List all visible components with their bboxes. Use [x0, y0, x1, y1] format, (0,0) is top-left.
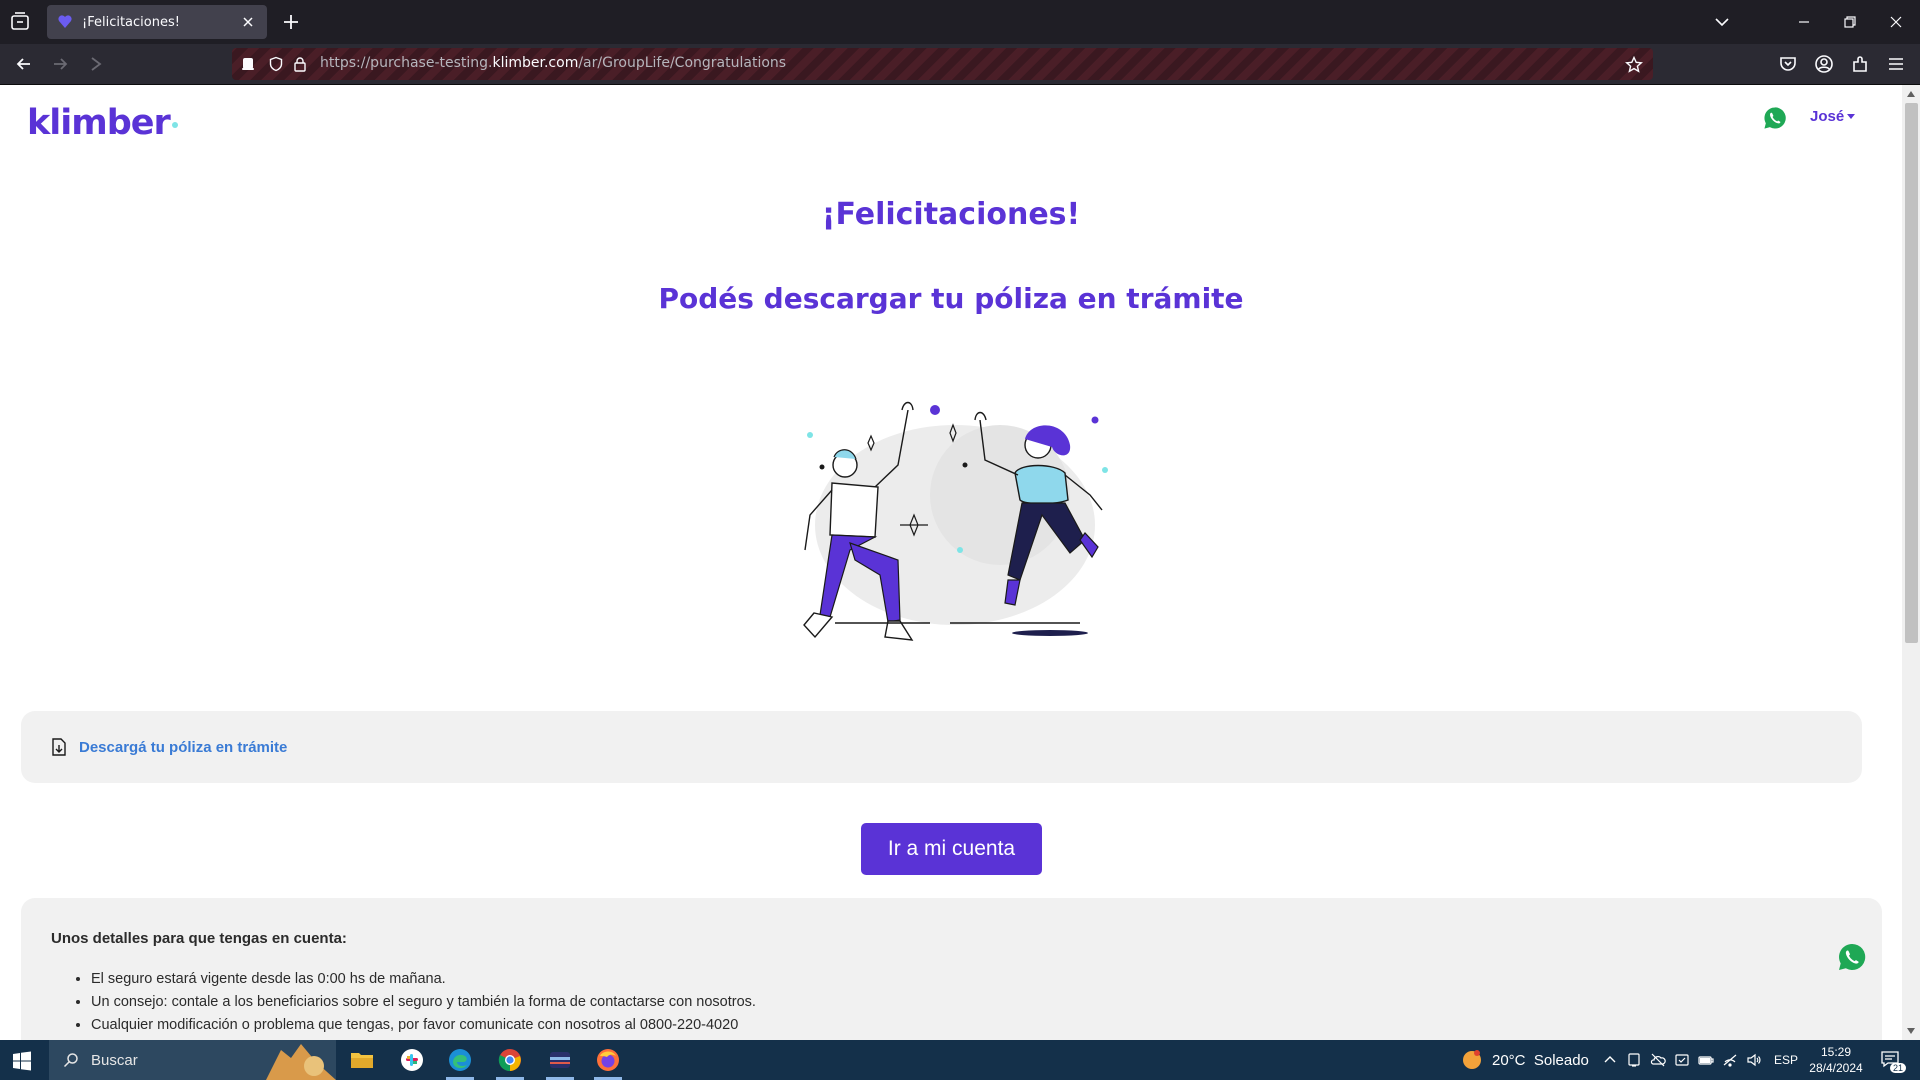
details-list: El seguro estará vigente desde las 0:00 …: [91, 971, 756, 1040]
edge-browser-icon: [449, 1049, 471, 1071]
user-name: José: [1810, 108, 1845, 125]
taskbar-file-explorer[interactable]: [342, 1045, 382, 1075]
meet-now-icon[interactable]: [1626, 1052, 1642, 1068]
url-domain: klimber.com: [492, 55, 579, 71]
pocket-icon[interactable]: [1778, 54, 1798, 74]
go-to-account-button[interactable]: Ir a mi cuenta: [861, 823, 1042, 875]
logo-dot: [171, 122, 178, 128]
volume-icon[interactable]: [1746, 1052, 1762, 1068]
download-link-text: Descargá tu póliza en trámite: [79, 738, 288, 756]
url-text[interactable]: https://purchase-testing.klimber.com/ar/…: [320, 55, 786, 71]
document-download-icon: [52, 738, 66, 756]
tab-felicitaciones[interactable]: ¡Felicitaciones!: [47, 5, 267, 39]
scroll-down-arrow-icon[interactable]: [1906, 1026, 1916, 1036]
bookmark-star-icon[interactable]: [1625, 56, 1643, 74]
wifi-icon[interactable]: [1722, 1052, 1738, 1068]
windows-taskbar: Buscar 20°C Soleado ESP 15:29 28/4/2024 …: [0, 1040, 1920, 1080]
details-list-item: El seguro estará vigente desde las 0:00 …: [91, 971, 756, 988]
forward-arrow-icon[interactable]: [50, 54, 70, 74]
browser-tab-bar: ¡Felicitaciones!: [0, 0, 1920, 44]
taskbar-chrome[interactable]: [490, 1045, 530, 1080]
page-subtitle: Podés descargar tu póliza en trámite: [658, 282, 1244, 315]
tab-list-icon[interactable]: [8, 10, 32, 34]
url-prefix: https://purchase-testing.: [320, 55, 493, 71]
download-policy-link[interactable]: Descargá tu póliza en trámite: [51, 738, 287, 756]
caret-down-icon: [1847, 114, 1856, 119]
back-arrow-icon[interactable]: [14, 54, 34, 74]
sun-weather-icon: [1463, 1050, 1481, 1069]
taskbar-edge[interactable]: [440, 1045, 480, 1080]
clock-time: 15:29: [1820, 1045, 1852, 1059]
weather-widget[interactable]: 20°C Soleado: [1462, 1050, 1589, 1070]
account-icon[interactable]: [1814, 54, 1834, 74]
search-icon: [63, 1053, 78, 1068]
klimber-logo[interactable]: klimber: [27, 103, 178, 143]
taskbar-search[interactable]: Buscar: [49, 1040, 336, 1080]
firefox-browser-icon: [597, 1049, 619, 1071]
scroll-up-arrow-icon[interactable]: [1906, 89, 1916, 99]
page-title: ¡Felicitaciones!: [821, 197, 1081, 232]
new-tab-icon[interactable]: [281, 12, 301, 32]
lock-icon[interactable]: [292, 56, 308, 72]
extensions-icon[interactable]: [1850, 54, 1870, 74]
details-title: Unos detalles para que tengas en cuenta:: [51, 930, 347, 947]
whatsapp-floating-icon[interactable]: [1836, 941, 1868, 973]
url-bar[interactable]: https://purchase-testing.klimber.com/ar/…: [232, 48, 1653, 80]
loading-stop-icon[interactable]: [86, 54, 106, 74]
battery-icon[interactable]: [1698, 1052, 1714, 1068]
clock-date: 28/4/2024: [1809, 1061, 1863, 1075]
whatsapp-icon[interactable]: [1762, 105, 1788, 131]
chevron-up-icon[interactable]: [1602, 1052, 1618, 1068]
close-window-icon[interactable]: [1884, 10, 1908, 34]
weather-text: 20°C Soleado: [1492, 1051, 1589, 1069]
minimize-icon[interactable]: [1792, 10, 1816, 34]
security-icon[interactable]: [1674, 1052, 1690, 1068]
language-indicator[interactable]: ESP: [1774, 1053, 1798, 1067]
download-panel: Descargá tu póliza en trámite: [21, 711, 1862, 783]
close-tab-icon[interactable]: [239, 13, 257, 31]
taskbar-app-dark[interactable]: [540, 1045, 580, 1080]
details-panel: Unos detalles para que tengas en cuenta:…: [21, 898, 1882, 1040]
folder-icon: [351, 1053, 373, 1068]
url-path: /ar/GroupLife/Congratulations: [578, 55, 787, 71]
taskbar-clock[interactable]: 15:29 28/4/2024: [1806, 1044, 1866, 1076]
celebration-illustration: [803, 401, 1108, 641]
chevron-down-icon[interactable]: [1712, 12, 1732, 32]
hamburger-menu-icon[interactable]: [1886, 54, 1906, 74]
chrome-browser-icon: [498, 1049, 521, 1072]
browser-nav-bar: https://purchase-testing.klimber.com/ar/…: [0, 44, 1920, 85]
details-list-item: Un consejo: contale a los beneficiarios …: [91, 994, 756, 1011]
taskbar-slack[interactable]: [392, 1045, 432, 1075]
terminal-app-icon: [550, 1052, 570, 1068]
tab-title: ¡Felicitaciones!: [82, 14, 180, 30]
page-viewport: klimber José ¡Felicitaciones! Podés desc…: [0, 85, 1920, 1040]
search-highlight-image: [266, 1044, 336, 1080]
shield-icon[interactable]: [268, 56, 284, 72]
taskbar-firefox[interactable]: [588, 1045, 628, 1080]
page-scrollbar[interactable]: [1902, 85, 1920, 1040]
details-list-item: Cualquier modificación o problema que te…: [91, 1017, 756, 1034]
remote-control-icon[interactable]: [240, 56, 256, 72]
onedrive-offline-icon[interactable]: [1650, 1052, 1666, 1068]
klimber-favicon-icon: [58, 15, 72, 28]
user-menu-dropdown[interactable]: José: [1810, 108, 1856, 125]
notification-count-badge: 21: [1889, 1063, 1906, 1073]
logo-text: klimber: [27, 103, 171, 143]
windows-start-icon[interactable]: [12, 1051, 32, 1071]
slack-icon: [401, 1049, 423, 1071]
scrollbar-thumb[interactable]: [1905, 103, 1918, 643]
restore-icon[interactable]: [1838, 10, 1862, 34]
search-placeholder: Buscar: [91, 1051, 138, 1069]
notification-center[interactable]: 21: [1880, 1050, 1906, 1073]
